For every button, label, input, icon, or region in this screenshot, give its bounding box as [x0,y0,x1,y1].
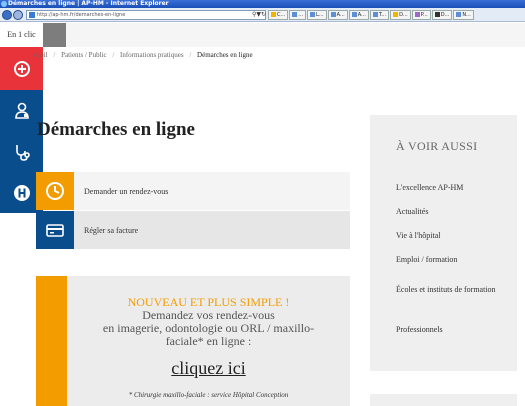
promo-accent-bar [36,276,67,406]
breadcrumb-current: Démarches en ligne [197,51,253,59]
action-icon-box [36,172,74,210]
action-label: Régler sa facture [84,225,139,235]
secondary-panel [370,394,517,406]
browser-tab[interactable]: D... [390,10,411,20]
header-band [43,23,525,47]
hospital-h-icon [13,184,30,201]
breadcrumb-separator: / [189,51,192,59]
credit-card-icon [46,224,64,237]
breadcrumb-infos-link[interactable]: Informations pratiques [120,51,184,59]
address-text: http://ap-hm.fr/demarches-en-ligne [37,12,126,18]
tab-label: P... [420,12,428,18]
breadcrumb-separator: / [112,51,115,59]
tab-label: N... [462,12,471,18]
back-button[interactable] [2,10,12,20]
browser-tab[interactable]: A... [348,10,369,20]
tab-favicon-icon [310,12,316,17]
see-also-link[interactable]: Emploi / formation [396,255,496,279]
promo-link[interactable]: cliquez ici [171,358,245,379]
see-also-link[interactable]: L'excellence AP-HM [396,183,496,207]
breadcrumb-home-link[interactable]: cueil [34,51,48,59]
tab-favicon-icon [330,12,336,17]
see-also-heading: À VOIR AUSSI [396,139,478,153]
tab-label: A... [357,12,366,18]
tab-label: A... [336,12,345,18]
browser-tab[interactable]: ... [289,10,307,20]
tab-favicon-icon [414,12,420,17]
tab-favicon-icon [393,12,399,17]
header-block [43,23,66,47]
tab-label: L... [316,12,324,18]
breadcrumb: cueil / Patients / Public / Informations… [0,51,253,59]
tab-favicon-icon [292,12,298,17]
promo-box: NOUVEAU ET PLUS SIMPLE ! Demandez vos re… [36,276,350,406]
action-label: Demander un rendez-vous [84,186,169,196]
quick-access-title: En 1 clic [0,23,43,47]
see-also-link[interactable]: Vie à l'hôpital [396,231,496,255]
doctor-icon [14,102,29,119]
see-also-link[interactable]: Professionnels [396,325,496,349]
promo-content: NOUVEAU ET PLUS SIMPLE ! Demandez vos re… [67,296,350,400]
internet-explorer-icon [1,1,7,7]
see-also-panel: À VOIR AUSSI L'excellence AP-HM Actualit… [370,115,517,371]
browser-tab[interactable]: D... [431,10,453,20]
clock-icon [46,182,64,200]
page-favicon-icon [29,12,35,18]
promo-note: * Chirurgie maxillo-faciale : service Hô… [128,391,289,399]
tab-favicon-icon [271,12,276,17]
action-facture[interactable]: Régler sa facture [36,211,350,249]
action-icon-box [36,211,74,249]
see-also-link[interactable]: Écoles et instituts de formation [396,279,496,325]
browser-tab[interactable]: A... [327,10,348,20]
breadcrumb-separator: / [53,51,56,59]
web-page: En 1 clic cueil / Patients / Public / In… [0,23,525,406]
plus-cross-icon [13,60,30,77]
browser-tab-strip: C...... L... A... A... T... D... P... D... N... [268,10,474,20]
address-actions[interactable]: ⚲▼↻ [252,11,266,18]
tab-label: ... [298,12,304,18]
page-title: Démarches en ligne [37,119,195,140]
browser-toolbar: http://ap-hm.fr/demarches-en-ligne ⚲▼↻ C… [0,8,525,22]
tab-label: D... [440,12,450,18]
window-title-bar: Démarches en ligne | AP-HM - Internet Ex… [0,0,525,8]
window-title: Démarches en ligne | AP-HM - Internet Ex… [8,0,169,7]
tab-favicon-icon [434,12,440,17]
stethoscope-icon [15,144,30,161]
browser-tab[interactable]: N... [453,10,474,20]
tab-label: D... [399,12,408,18]
see-also-link[interactable]: Actualités [396,207,496,231]
browser-tab[interactable]: L... [307,10,327,20]
browser-tab[interactable]: P... [411,10,431,20]
tab-label: T... [378,12,387,18]
browser-tab[interactable]: T... [369,10,390,20]
promo-line: faciale* en ligne : [165,334,252,348]
tab-favicon-icon [456,12,462,17]
tab-label: C... [277,12,286,18]
action-rendez-vous[interactable]: Demander un rendez-vous [36,172,350,210]
address-bar[interactable]: http://ap-hm.fr/demarches-en-ligne [26,10,266,20]
browser-tab[interactable]: C... [268,10,289,20]
tab-favicon-icon [372,12,378,17]
forward-button[interactable] [13,10,23,20]
breadcrumb-patients-link[interactable]: Patients / Public [61,51,107,59]
tab-favicon-icon [351,12,357,17]
see-also-list: L'excellence AP-HM Actualités Vie à l'hô… [396,183,496,349]
